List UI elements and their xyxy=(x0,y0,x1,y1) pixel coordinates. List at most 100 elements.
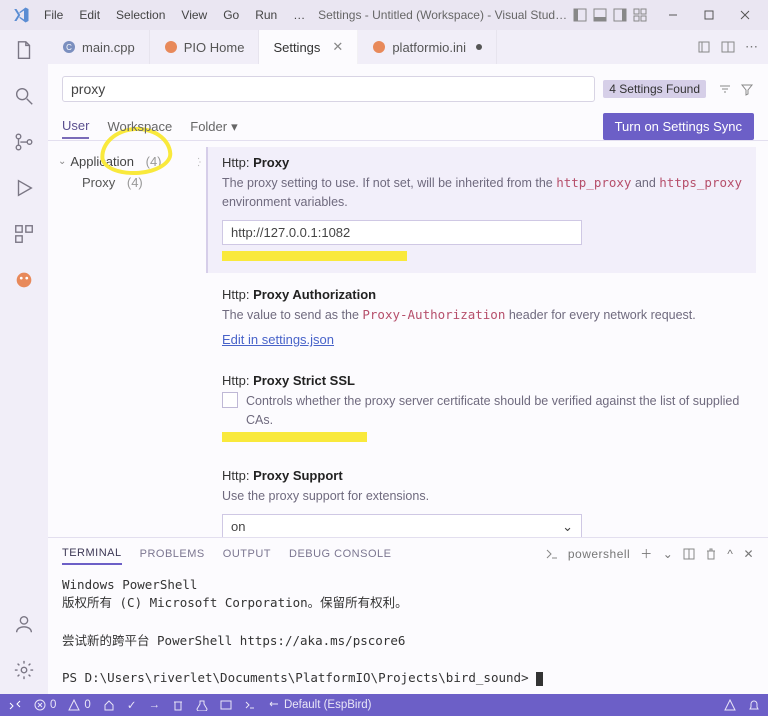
toc-label: Proxy xyxy=(82,175,115,190)
setting-description: Use the proxy support for extensions. xyxy=(222,487,746,506)
annotation-highlight xyxy=(222,432,367,442)
status-clean-icon[interactable] xyxy=(172,699,184,711)
scope-tab-user[interactable]: User xyxy=(62,114,89,139)
menu-more[interactable]: … xyxy=(285,4,313,26)
open-editor-icon[interactable] xyxy=(697,40,711,54)
toc-count: (4) xyxy=(127,175,143,190)
scope-tab-workspace[interactable]: Workspace xyxy=(107,115,172,138)
close-icon[interactable]: ✕ xyxy=(332,39,343,55)
menu-file[interactable]: File xyxy=(36,4,71,26)
settings-sync-button[interactable]: Turn on Settings Sync xyxy=(603,113,754,140)
setting-description: Controls whether the proxy server certif… xyxy=(246,392,746,430)
menu-view[interactable]: View xyxy=(173,4,215,26)
chevron-down-icon: ⌄ xyxy=(562,519,573,535)
bottom-panel: TERMINAL PROBLEMS OUTPUT DEBUG CONSOLE p… xyxy=(48,537,768,695)
setting-description: The proxy setting to use. If not set, wi… xyxy=(222,174,746,212)
edit-in-settings-json-link[interactable]: Edit in settings.json xyxy=(222,332,334,347)
split-terminal-icon[interactable] xyxy=(683,548,695,560)
setting-title-name: Proxy Authorization xyxy=(253,287,376,302)
toc-item-proxy[interactable]: Proxy (4) xyxy=(54,172,192,193)
proxy-strict-ssl-checkbox[interactable] xyxy=(222,392,238,408)
status-build-icon[interactable]: ✓ xyxy=(127,698,137,712)
panel-tab-output[interactable]: OUTPUT xyxy=(223,544,271,564)
explorer-icon[interactable] xyxy=(10,36,38,64)
setting-title-prefix: Http: xyxy=(222,287,253,302)
tab-settings[interactable]: Settings ✕ xyxy=(259,30,358,64)
clear-search-icon[interactable] xyxy=(718,82,732,96)
http-proxy-input[interactable] xyxy=(222,220,582,245)
menu-edit[interactable]: Edit xyxy=(71,4,108,26)
tab-label: platformio.ini xyxy=(392,40,466,55)
setting-http-proxy-support: Http: Proxy Support Use the proxy suppor… xyxy=(206,460,756,537)
tab-label: Settings xyxy=(273,40,320,55)
window-title: Settings - Untitled (Workspace) - Visual… xyxy=(313,8,572,22)
gear-icon[interactable] xyxy=(198,155,202,169)
run-debug-icon[interactable] xyxy=(10,174,38,202)
menu-run[interactable]: Run xyxy=(247,4,285,26)
tab-bar: C main.cpp PIO Home Settings ✕ platformi… xyxy=(48,30,768,64)
status-notifications-icon[interactable] xyxy=(748,699,760,711)
terminal-body[interactable]: Windows PowerShell 版权所有 (C) Microsoft Co… xyxy=(48,570,768,695)
status-test-icon[interactable] xyxy=(196,699,208,711)
status-env-switcher[interactable]: Default (EspBird) xyxy=(268,699,372,711)
setting-title-prefix: Http: xyxy=(222,155,253,170)
kill-terminal-icon[interactable] xyxy=(705,548,717,560)
setting-title-prefix: Http: xyxy=(222,373,253,388)
more-actions-icon[interactable]: ⋯ xyxy=(745,39,758,55)
settings-search-input[interactable] xyxy=(62,76,595,102)
source-control-icon[interactable] xyxy=(10,128,38,156)
status-upload-icon[interactable]: → xyxy=(148,699,160,711)
scope-tab-folder[interactable]: Folder ▾ xyxy=(190,115,237,139)
results-count-badge: 4 Settings Found xyxy=(603,80,706,98)
menu-go[interactable]: Go xyxy=(215,4,247,26)
new-terminal-icon[interactable]: ＋ xyxy=(640,545,653,562)
split-editor-icon[interactable] xyxy=(721,40,735,54)
accounts-icon[interactable] xyxy=(10,610,38,638)
pio-icon xyxy=(164,40,178,54)
status-serial-icon[interactable] xyxy=(220,699,232,711)
svg-text:C: C xyxy=(66,43,72,52)
settings-gear-icon[interactable] xyxy=(10,656,38,684)
tab-pio-home[interactable]: PIO Home xyxy=(150,30,260,64)
tab-label: main.cpp xyxy=(82,40,135,55)
tab-main-cpp[interactable]: C main.cpp xyxy=(48,30,150,64)
terminal-icon xyxy=(546,548,558,560)
status-pio-home-icon[interactable] xyxy=(103,699,115,711)
status-warnings[interactable]: 0 xyxy=(68,699,90,711)
close-button[interactable] xyxy=(728,1,762,29)
chevron-down-icon[interactable]: ⌄ xyxy=(663,547,674,561)
terminal-cursor xyxy=(536,672,543,686)
maximize-button[interactable] xyxy=(692,1,726,29)
layout-panel-right-icon[interactable] xyxy=(612,7,628,23)
setting-http-proxy: Http: Proxy The proxy setting to use. If… xyxy=(206,147,756,273)
panel-tab-terminal[interactable]: TERMINAL xyxy=(62,543,122,565)
setting-title-prefix: Http: xyxy=(222,468,253,483)
filter-icon[interactable] xyxy=(740,82,754,96)
layout-customize-icon[interactable] xyxy=(632,7,648,23)
setting-title-name: Proxy Strict SSL xyxy=(253,373,355,388)
proxy-support-select[interactable]: on ⌄ xyxy=(222,514,582,537)
tab-label: PIO Home xyxy=(184,40,245,55)
dirty-indicator-icon xyxy=(476,44,482,50)
panel-tab-problems[interactable]: PROBLEMS xyxy=(140,544,205,564)
extensions-icon[interactable] xyxy=(10,220,38,248)
layout-panel-left-icon[interactable] xyxy=(572,7,588,23)
status-errors[interactable]: 0 xyxy=(34,699,56,711)
layout-panel-bottom-icon[interactable] xyxy=(592,7,608,23)
status-terminal-icon[interactable] xyxy=(244,699,256,711)
platformio-icon[interactable] xyxy=(10,266,38,294)
menu-selection[interactable]: Selection xyxy=(108,4,173,26)
status-remote[interactable] xyxy=(8,698,22,712)
tab-platformio-ini[interactable]: platformio.ini xyxy=(358,30,497,64)
toc-label: Application xyxy=(70,154,134,169)
toc-item-application[interactable]: ⌄ Application (4) xyxy=(54,151,192,172)
vscode-logo-icon xyxy=(12,6,30,24)
maximize-panel-icon[interactable]: ^ xyxy=(727,547,733,561)
close-panel-icon[interactable]: ✕ xyxy=(743,547,754,561)
status-feedback-icon[interactable] xyxy=(724,699,736,711)
panel-tab-debug-console[interactable]: DEBUG CONSOLE xyxy=(289,544,391,564)
setting-http-proxy-authorization: Http: Proxy Authorization The value to s… xyxy=(206,279,756,360)
terminal-profile-label[interactable]: powershell xyxy=(568,547,630,561)
minimize-button[interactable] xyxy=(656,1,690,29)
search-icon[interactable] xyxy=(10,82,38,110)
